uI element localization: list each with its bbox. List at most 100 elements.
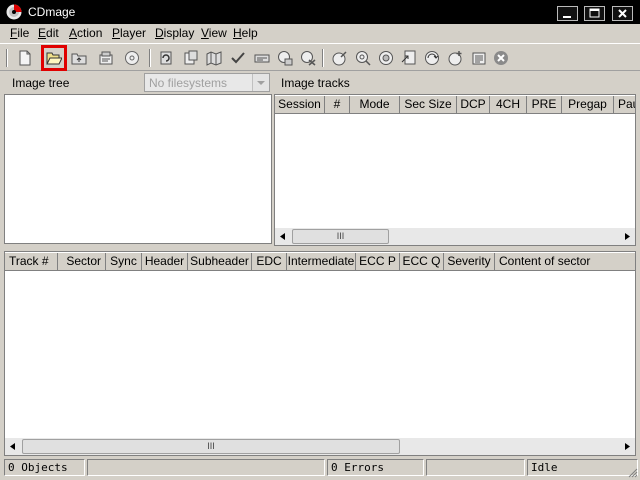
maximize-icon — [589, 8, 600, 18]
col-subheader[interactable]: Subheader — [188, 253, 252, 270]
list-icon — [472, 52, 486, 65]
menu-edit-mnemonic: E — [38, 26, 47, 40]
menu-action-mnemonic: A — [69, 26, 78, 40]
map-icon — [206, 51, 222, 66]
col-sector[interactable]: Sector — [58, 253, 106, 270]
menu-display[interactable]: Display — [155, 26, 194, 40]
app-disc-icon — [6, 4, 22, 20]
copy-sectors-button[interactable] — [180, 47, 202, 69]
save-button[interactable] — [274, 47, 296, 69]
up-folder-button[interactable] — [68, 47, 90, 69]
col-session[interactable]: Session — [275, 96, 325, 113]
scroll-left-icon[interactable] — [5, 438, 21, 455]
title-bar[interactable]: CDmage — [0, 0, 640, 24]
record-icon — [448, 51, 462, 66]
toolbar-separator — [149, 49, 151, 67]
image-tracks-header: Image tracks — [275, 72, 640, 94]
zoom-icon — [379, 51, 393, 65]
menu-player[interactable]: Player — [112, 26, 146, 40]
save-track-button[interactable] — [297, 47, 319, 69]
chevron-down-icon[interactable] — [252, 74, 269, 91]
list-button[interactable] — [468, 47, 490, 69]
col-dcp[interactable]: DCP — [457, 96, 490, 113]
menu-file[interactable]: File — [10, 26, 29, 40]
status-bar: 0 Objects 0 Errors Idle — [0, 457, 640, 480]
col-pre[interactable]: PRE — [527, 96, 562, 113]
menu-file-label: ile — [17, 26, 30, 40]
find-button[interactable] — [251, 47, 273, 69]
extract-icon — [401, 50, 416, 65]
col-sync[interactable]: Sync — [106, 253, 142, 270]
properties-icon — [99, 51, 113, 65]
menu-view[interactable]: View — [201, 26, 227, 40]
save-track-icon — [301, 51, 316, 66]
col-4ch[interactable]: 4CH — [490, 96, 527, 113]
col-pause[interactable]: Pau — [614, 96, 635, 113]
properties-button[interactable] — [95, 47, 117, 69]
sectors-list[interactable]: Track # Sector Sync Header Subheader EDC… — [4, 251, 636, 456]
col-sec-size[interactable]: Sec Size — [400, 96, 457, 113]
zoom-button[interactable] — [375, 47, 397, 69]
menu-action[interactable]: Action — [69, 26, 102, 40]
close-icon — [618, 9, 627, 18]
sectors-horizontal-scrollbar[interactable]: III — [5, 438, 635, 455]
menu-view-mnemonic: V — [201, 26, 209, 40]
close-button[interactable] — [612, 6, 633, 21]
disc-icon — [125, 51, 139, 65]
open-button[interactable] — [41, 45, 67, 71]
menu-help-mnemonic: H — [233, 26, 242, 40]
stop-button[interactable] — [490, 47, 512, 69]
status-errors: 0 Errors — [327, 459, 424, 476]
col-track-number[interactable]: Track # — [5, 253, 58, 270]
status-state: Idle — [527, 459, 638, 476]
resize-grip-icon[interactable] — [626, 466, 638, 478]
menu-help[interactable]: Help — [233, 26, 258, 40]
find-icon — [254, 54, 270, 63]
menu-player-label: layer — [120, 26, 147, 40]
minimize-icon — [563, 16, 571, 18]
convert-button[interactable] — [421, 47, 443, 69]
check-button[interactable] — [227, 47, 249, 69]
tracks-scroll-thumb[interactable]: III — [292, 229, 389, 244]
col-ecc-p[interactable]: ECC P — [356, 253, 400, 270]
check-icon — [231, 52, 245, 64]
toolbar — [0, 43, 640, 71]
col-edc[interactable]: EDC — [252, 253, 287, 270]
maximize-button[interactable] — [584, 6, 605, 21]
convert-icon — [425, 51, 439, 65]
sectors-scroll-thumb[interactable]: III — [22, 439, 400, 454]
col-number[interactable]: # — [325, 96, 350, 113]
col-intermediate[interactable]: Intermediate — [287, 253, 356, 270]
col-content-of-sector[interactable]: Content of sector — [495, 253, 635, 270]
copy-sectors-icon — [184, 50, 198, 65]
col-ecc-q[interactable]: ECC Q — [400, 253, 444, 270]
extract-button[interactable] — [398, 47, 420, 69]
col-pregap[interactable]: Pregap — [562, 96, 614, 113]
scroll-right-icon[interactable] — [619, 228, 635, 245]
play-icon — [332, 51, 347, 66]
refresh-icon — [160, 51, 172, 65]
col-header[interactable]: Header — [142, 253, 188, 270]
menu-display-mnemonic: D — [155, 26, 164, 40]
refresh-button[interactable] — [155, 47, 177, 69]
image-tracks-list[interactable]: Session # Mode Sec Size DCP 4CH PRE Preg… — [274, 94, 636, 246]
menu-edit-label: dit — [46, 26, 59, 40]
scroll-left-icon[interactable] — [275, 228, 291, 245]
image-tree-view[interactable] — [4, 94, 272, 244]
record-button[interactable] — [445, 47, 467, 69]
col-severity[interactable]: Severity — [444, 253, 495, 270]
map-button[interactable] — [203, 47, 225, 69]
status-objects: 0 Objects — [4, 459, 85, 476]
tracks-horizontal-scrollbar[interactable]: III — [275, 228, 635, 245]
search-button[interactable] — [352, 47, 374, 69]
menu-edit[interactable]: Edit — [38, 26, 59, 40]
menu-display-label: isplay — [163, 26, 195, 40]
scroll-right-icon[interactable] — [619, 438, 635, 455]
new-button[interactable] — [14, 47, 36, 69]
play-button[interactable] — [329, 47, 351, 69]
col-mode[interactable]: Mode — [350, 96, 400, 113]
disc-button[interactable] — [121, 47, 143, 69]
open-icon — [46, 52, 62, 65]
filesystem-select[interactable]: No filesystems — [144, 73, 270, 92]
minimize-button[interactable] — [557, 6, 578, 21]
